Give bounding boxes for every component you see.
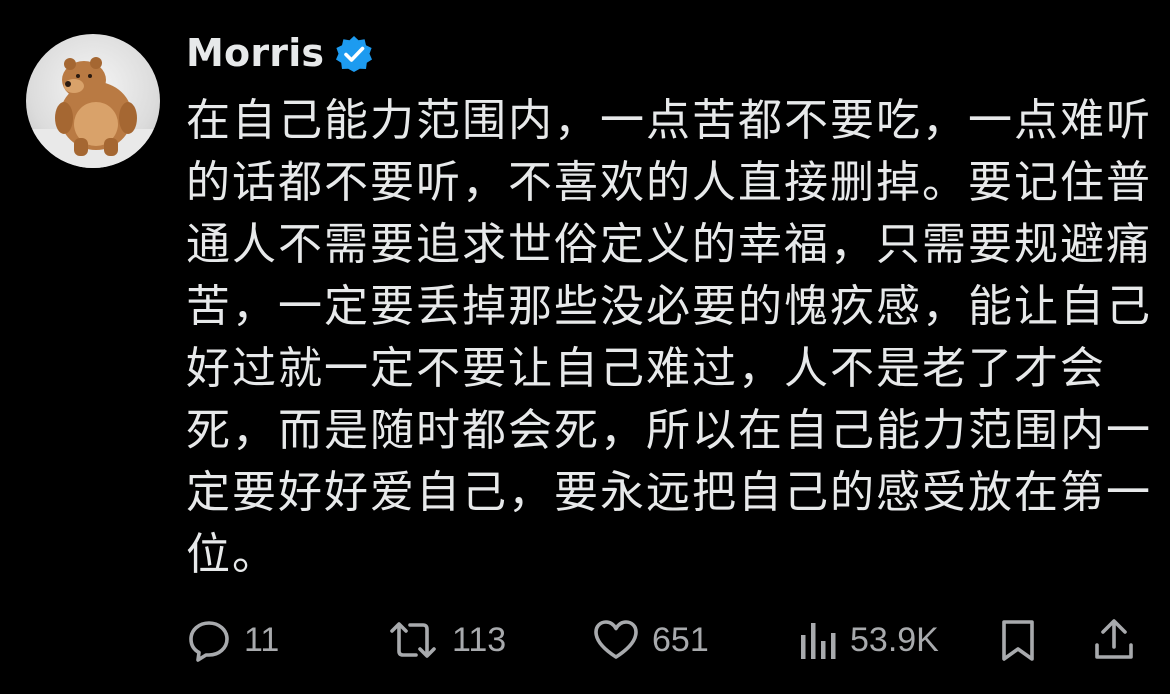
bookmark-button[interactable] <box>998 612 1038 668</box>
like-count: 651 <box>652 620 709 659</box>
reply-icon <box>189 621 229 662</box>
post-text: 在自己能力范围内，一点苦都不要吃，一点难听 的话都不要听，不喜欢的人直接删掉。要… <box>186 90 1152 586</box>
views-icon <box>801 623 836 659</box>
bear-avatar-icon <box>26 57 160 168</box>
repost-count: 113 <box>452 620 507 659</box>
post-text-line: 好过就一定不要让自己难过，人不是老了才会 <box>186 343 1106 394</box>
action-bar: 11 113 651 53.9K <box>186 612 1146 668</box>
repost-icon <box>390 622 436 658</box>
views-count: 53.9K <box>850 620 939 659</box>
post-text-line: 的话都不要听，不喜欢的人直接删掉。要记住普 <box>186 157 1152 208</box>
repost-button[interactable]: 113 <box>386 612 506 668</box>
share-icon <box>1095 619 1133 659</box>
reply-count: 11 <box>244 620 280 659</box>
display-name[interactable]: Morris <box>186 31 324 75</box>
post-header: Morris <box>186 28 374 78</box>
post-text-line: 定要好好爱自己，要永远把自己的感受放在第一 <box>186 467 1152 518</box>
reply-button[interactable]: 11 <box>186 612 279 668</box>
post-text-line: 位。 <box>186 529 278 580</box>
share-button[interactable] <box>1092 612 1136 668</box>
post-text-line: 死，而是随时都会死，所以在自己能力范围内一 <box>186 405 1152 456</box>
post-text-line: 通人不需要追求世俗定义的幸福，只需要规避痛 <box>186 219 1152 270</box>
heart-icon <box>594 620 638 659</box>
views-button[interactable]: 53.9K <box>798 612 939 668</box>
bookmark-icon <box>1002 620 1034 661</box>
like-button[interactable]: 651 <box>592 612 709 668</box>
post-text-line: 在自己能力范围内，一点苦都不要吃，一点难听 <box>186 95 1152 146</box>
avatar[interactable] <box>26 34 160 168</box>
post-text-line: 苦，一定要丢掉那些没必要的愧疚感，能让自己 <box>186 281 1152 332</box>
post-card: Morris 在自己能力范围内，一点苦都不要吃，一点难听 的话都不要听，不喜欢的… <box>0 0 1170 694</box>
verified-badge-icon[interactable] <box>334 34 374 74</box>
